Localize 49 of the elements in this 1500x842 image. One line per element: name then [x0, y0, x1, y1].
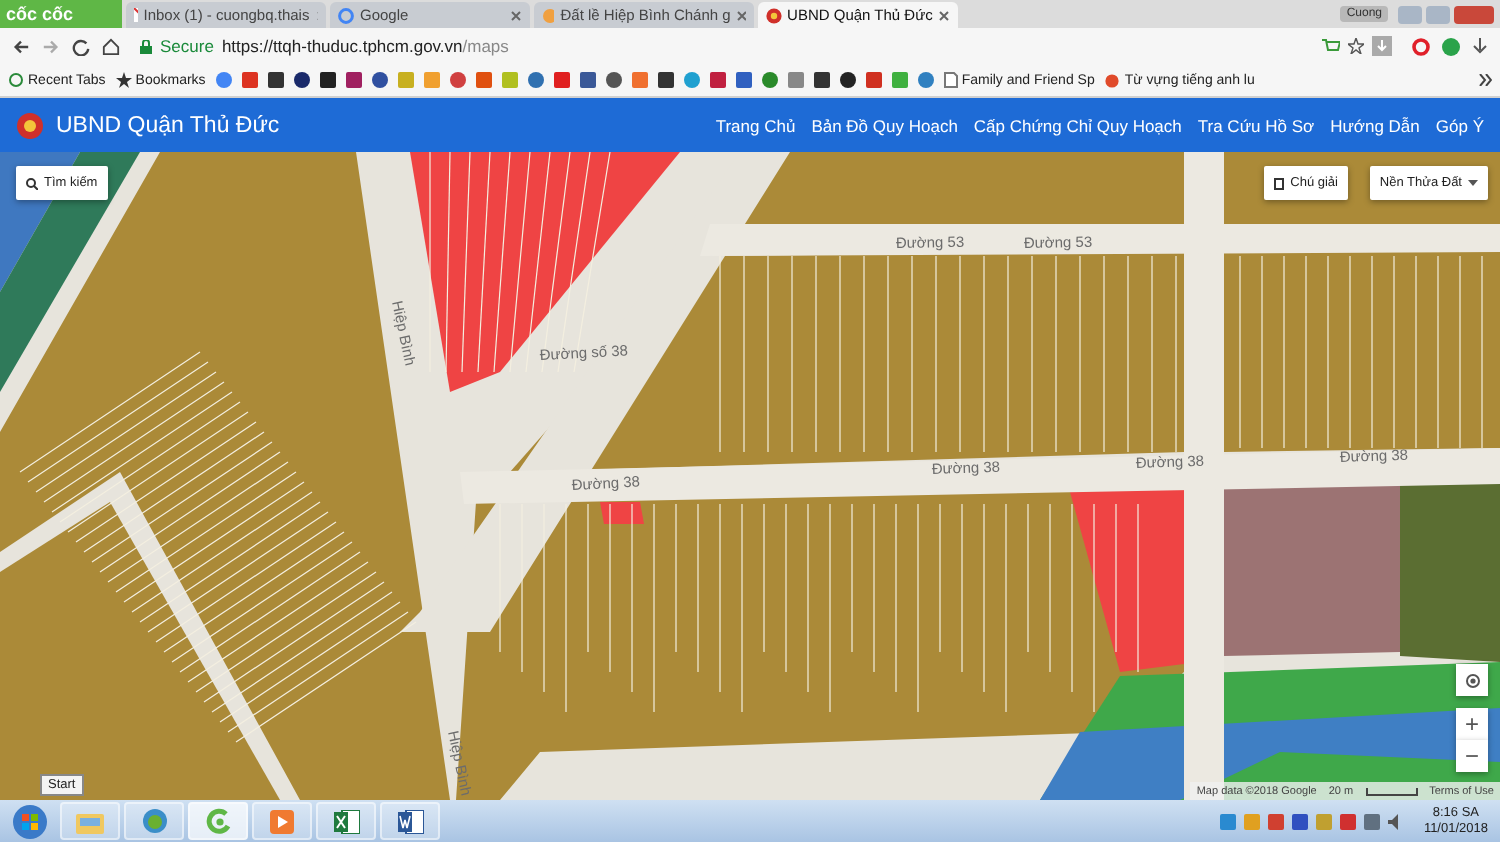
zoom-in-button[interactable]: +	[1456, 708, 1488, 740]
close-button[interactable]	[1454, 5, 1494, 23]
folder-icon	[76, 809, 104, 833]
reload-icon[interactable]	[72, 37, 90, 55]
locate-button[interactable]	[1456, 664, 1488, 696]
nav-link[interactable]: Trang Chủ	[715, 115, 796, 135]
download-icon[interactable]	[1372, 36, 1392, 56]
nav-link[interactable]: Góp Ý	[1435, 115, 1484, 135]
zoom-out-button[interactable]: −	[1456, 740, 1488, 772]
star-icon[interactable]	[1348, 38, 1364, 54]
globe-icon	[542, 7, 555, 23]
nav-link[interactable]: Bản Đồ Quy Hoạch	[811, 115, 958, 135]
back-icon[interactable]	[12, 37, 30, 55]
play-icon	[270, 809, 294, 833]
taskbar-app[interactable]	[316, 802, 376, 840]
windows-logo-icon	[12, 803, 48, 839]
opera-icon[interactable]	[1412, 37, 1430, 55]
scale-bar	[1365, 787, 1418, 795]
document-icon	[397, 809, 423, 833]
site-title[interactable]: UBND Quận Thủ Đức	[56, 113, 280, 137]
page-icon	[943, 72, 958, 88]
overflow-icon[interactable]	[1478, 74, 1492, 86]
history-icon	[8, 72, 24, 88]
tomato-icon	[1104, 72, 1121, 88]
extension-icon[interactable]	[1442, 37, 1460, 55]
taskbar-app[interactable]	[124, 802, 184, 840]
google-icon	[338, 7, 354, 23]
speaker-icon[interactable]	[1387, 813, 1404, 829]
spreadsheet-icon	[333, 809, 359, 833]
emblem-icon	[766, 7, 782, 23]
secure-label: Secure	[160, 36, 214, 56]
nav-link[interactable]: Hướng Dẫn	[1330, 115, 1420, 135]
menu-icon[interactable]	[1472, 38, 1488, 54]
browser-icon	[205, 808, 231, 834]
document-icon	[1274, 177, 1285, 189]
target-icon	[1463, 671, 1481, 689]
star-icon	[115, 72, 132, 88]
nav-link[interactable]: Tra Cứu Hồ Sơ	[1197, 115, 1315, 135]
nav-link[interactable]: Cấp Chứng Chỉ Quy Hoạch	[973, 115, 1182, 135]
lock-icon	[140, 39, 152, 53]
search-icon	[26, 177, 38, 189]
url-text: https://ttqh-thuduc.tphcm.gov.vn/maps	[221, 36, 509, 56]
caret-icon	[1468, 180, 1478, 186]
emblem-icon	[16, 111, 44, 139]
forward-icon[interactable]	[42, 37, 60, 55]
parrot-icon	[141, 808, 167, 834]
taskbar-app[interactable]	[380, 802, 440, 840]
cart-icon[interactable]	[1322, 38, 1340, 54]
home-icon[interactable]	[102, 37, 120, 55]
